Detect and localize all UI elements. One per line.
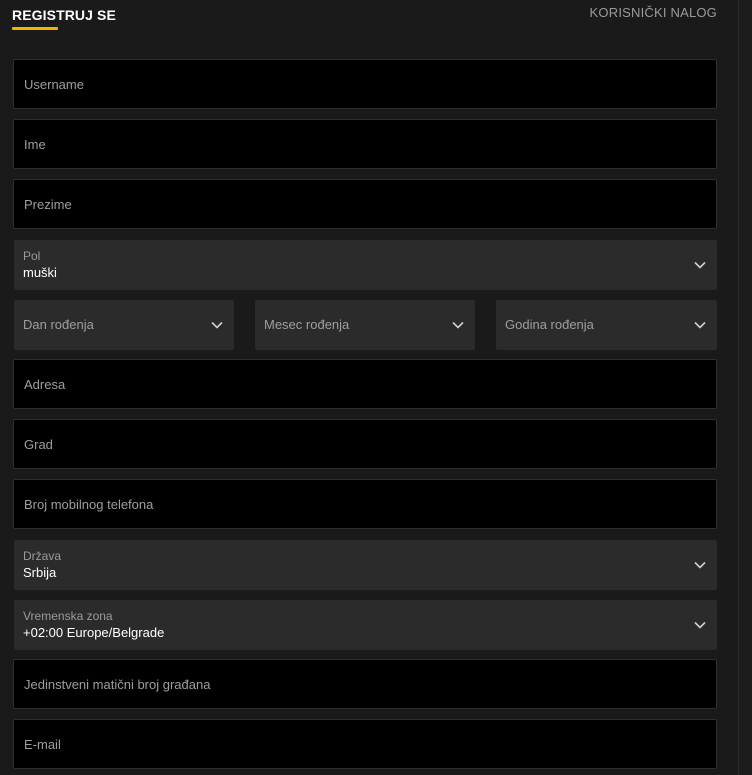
chevron-down-icon [451,318,465,332]
address-input[interactable]: Adresa [13,359,717,409]
jmbg-input[interactable]: Jedinstveni matični broj građana [13,659,717,709]
chevron-down-icon [693,558,707,572]
username-placeholder: Username [24,77,84,92]
mobile-input[interactable]: Broj mobilnog telefona [13,479,717,529]
chevron-down-icon [693,618,707,632]
last-name-placeholder: Prezime [24,197,72,212]
birth-day-placeholder: Dan rođenja [23,317,94,332]
chevron-down-icon [693,258,707,272]
address-placeholder: Adresa [24,377,66,392]
gender-select[interactable]: Pol muški [14,240,717,290]
mobile-placeholder: Broj mobilnog telefona [24,497,154,512]
timezone-select[interactable]: Vremenska zona +02:00 Europe/Belgrade [14,600,717,650]
birth-month-placeholder: Mesec rođenja [264,317,350,332]
birth-day-select[interactable]: Dan rođenja [14,300,234,350]
timezone-value: +02:00 Europe/Belgrade [23,625,165,640]
country-value: Srbija [23,565,57,580]
first-name-placeholder: Ime [24,137,46,152]
active-tab-indicator [12,27,58,30]
gender-label: Pol [23,249,41,263]
timezone-label: Vremenska zona [23,609,113,623]
city-placeholder: Grad [24,437,53,452]
gender-value: muški [23,265,57,280]
first-name-input[interactable]: Ime [13,119,717,169]
birth-month-select[interactable]: Mesec rođenja [255,300,475,350]
vertical-scrollbar[interactable] [738,0,752,775]
last-name-input[interactable]: Prezime [13,179,717,229]
tab-user-account[interactable]: KORISNIČKI NALOG [590,5,717,20]
tab-register[interactable]: REGISTRUJ SE [12,7,116,23]
jmbg-placeholder: Jedinstveni matični broj građana [24,677,211,692]
email-input[interactable]: E-mail [13,719,717,769]
birth-year-placeholder: Godina rođenja [505,317,594,332]
username-input[interactable]: Username [13,59,717,109]
chevron-down-icon [210,318,224,332]
country-select[interactable]: Država Srbija [14,540,717,590]
email-placeholder: E-mail [24,737,61,752]
city-input[interactable]: Grad [13,419,717,469]
form-header: REGISTRUJ SE KORISNIČKI NALOG [0,0,738,40]
birth-year-select[interactable]: Godina rođenja [496,300,717,350]
country-label: Država [23,549,62,563]
chevron-down-icon [693,318,707,332]
